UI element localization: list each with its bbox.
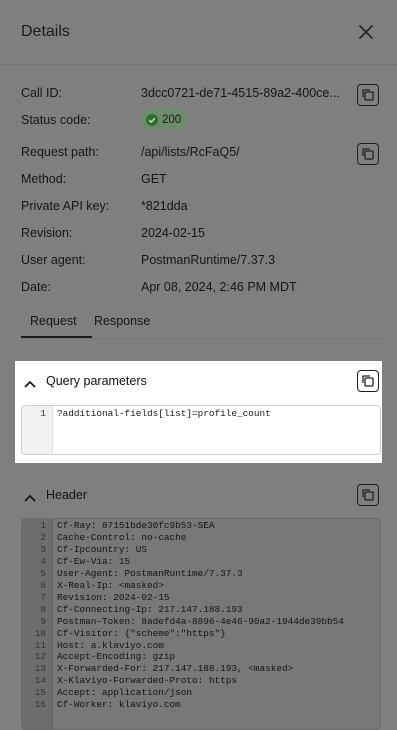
chevron-up-icon[interactable] xyxy=(24,375,36,388)
line-number: 11 xyxy=(34,639,46,651)
code-line: X-Real-Ip: <masked> xyxy=(57,579,164,591)
code-line: Cf-Connecting-Ip: 217.147.188.193 xyxy=(57,603,243,615)
detail-row-status-code: Status code: 200 xyxy=(21,109,381,131)
code-line: User-Agent: PostmanRuntime/7.37.3 xyxy=(57,567,243,579)
detail-label: User agent: xyxy=(21,253,86,267)
status-badge: 200 xyxy=(141,109,189,130)
detail-value: 3dcc0721-de71-4515-89a2-400ce... xyxy=(141,86,340,100)
header-title: Header xyxy=(46,488,87,502)
detail-label: Status code: xyxy=(21,113,91,127)
code-line: Revision: 2024-02-15 xyxy=(57,591,170,603)
tab-response[interactable]: Response xyxy=(94,314,150,328)
code-line: Cf-Ew-Via: 15 xyxy=(57,555,131,567)
code-line: Accept: application/json xyxy=(57,687,193,699)
tabs-divider xyxy=(21,338,381,339)
header-code-editor[interactable]: 1 Cf-Ray: 87151bde30fc9b53-SEA 2 Cache-Cont… xyxy=(21,518,381,730)
line-number: 1 xyxy=(40,408,46,419)
line-number: 5 xyxy=(40,567,46,579)
copy-request-path-button[interactable] xyxy=(357,143,379,165)
code-line: Accept-Encoding: gzip xyxy=(57,651,176,663)
line-number: 8 xyxy=(40,603,46,615)
detail-value: GET xyxy=(141,172,167,186)
copy-call-id-button[interactable] xyxy=(357,84,379,106)
detail-value: PostmanRuntime/7.37.3 xyxy=(141,253,276,267)
detail-label: Date: xyxy=(21,280,51,294)
code-line: Postman-Token: 8adefd4a-8896-4e46-90a2-1… xyxy=(57,615,344,627)
detail-label: Method: xyxy=(21,172,67,186)
line-number: 13 xyxy=(34,663,46,675)
line-number: 14 xyxy=(34,675,46,687)
line-number: 12 xyxy=(34,651,46,663)
line-number: 3 xyxy=(40,543,46,555)
copy-icon xyxy=(362,375,374,387)
code-line: ?additional-fields[list]=profile_count xyxy=(57,408,271,419)
detail-row-api-key: Private API key: *821dda xyxy=(21,195,381,217)
code-line: Host: a.klaviyo.com xyxy=(57,639,164,651)
line-number: 9 xyxy=(40,615,46,627)
status-code-value: 200 xyxy=(162,113,182,126)
check-circle-icon xyxy=(146,113,158,126)
code-line: Cf-Visitor: {"scheme":"https"} xyxy=(57,627,226,639)
copy-query-button[interactable] xyxy=(357,370,379,392)
detail-row-request-path: Request path: /api/lists/RcFaQ5/ xyxy=(21,141,381,163)
detail-value: 2024-02-15 xyxy=(141,226,205,240)
query-code-editor[interactable]: 1 ?additional-fields[list]=profile_count xyxy=(21,405,381,455)
line-number: 15 xyxy=(34,687,46,699)
tab-request[interactable]: Request xyxy=(30,314,77,328)
code-line: X-Klaviyo-Forwarded-Proto: https xyxy=(57,675,238,687)
details-header: Details xyxy=(0,0,397,64)
detail-label: Revision: xyxy=(21,226,73,240)
detail-row-user-agent: User agent: PostmanRuntime/7.37.3 xyxy=(21,249,381,271)
copy-header-button[interactable] xyxy=(357,484,379,506)
code-line: Cf-Ray: 87151bde30fc9b53-SEA xyxy=(57,520,215,531)
detail-row-method: Method: GET xyxy=(21,168,381,190)
line-number: 10 xyxy=(34,627,46,639)
line-number: 4 xyxy=(40,555,46,567)
detail-row-revision: Revision: 2024-02-15 xyxy=(21,222,381,244)
detail-value: *821dda xyxy=(141,199,188,213)
detail-row-call-id: Call ID: 3dcc0721-de71-4515-89a2-400ce..… xyxy=(21,82,381,104)
close-icon[interactable] xyxy=(355,21,377,43)
detail-row-date: Date: Apr 08, 2024, 2:46 PM MDT xyxy=(21,276,381,298)
header-divider xyxy=(0,64,397,65)
copy-icon xyxy=(362,489,374,501)
code-line: X-Forwarded-For: 217.147.188.193, <maske… xyxy=(57,663,294,675)
copy-icon xyxy=(362,148,374,160)
line-number: 7 xyxy=(40,591,46,603)
line-number: 2 xyxy=(40,531,46,543)
detail-label: Private API key: xyxy=(21,199,110,213)
code-line: Cf-Ipcountry: US xyxy=(57,543,148,555)
detail-value: /api/lists/RcFaQ5/ xyxy=(141,145,240,159)
code-line: Cf-Worker: klaviyo.com xyxy=(57,699,181,711)
page-title: Details xyxy=(21,23,70,40)
detail-label: Call ID: xyxy=(21,86,62,100)
copy-icon xyxy=(362,89,374,101)
query-parameters-title: Query parameters xyxy=(46,374,147,388)
line-number: 1 xyxy=(40,520,46,531)
header-panel: Header 1 Cf-Ray: 87151bde30fc9b53-SEA 2 Cac… xyxy=(0,472,397,730)
line-number: 16 xyxy=(34,699,46,711)
detail-label: Request path: xyxy=(21,145,99,159)
detail-value: Apr 08, 2024, 2:46 PM MDT xyxy=(141,280,297,294)
query-parameters-panel: Query parameters 1 ?additional-fields[li… xyxy=(15,361,382,463)
code-line: Cache-Control: no-cache xyxy=(57,531,187,543)
line-number: 6 xyxy=(40,579,46,591)
chevron-up-icon[interactable] xyxy=(24,489,36,502)
